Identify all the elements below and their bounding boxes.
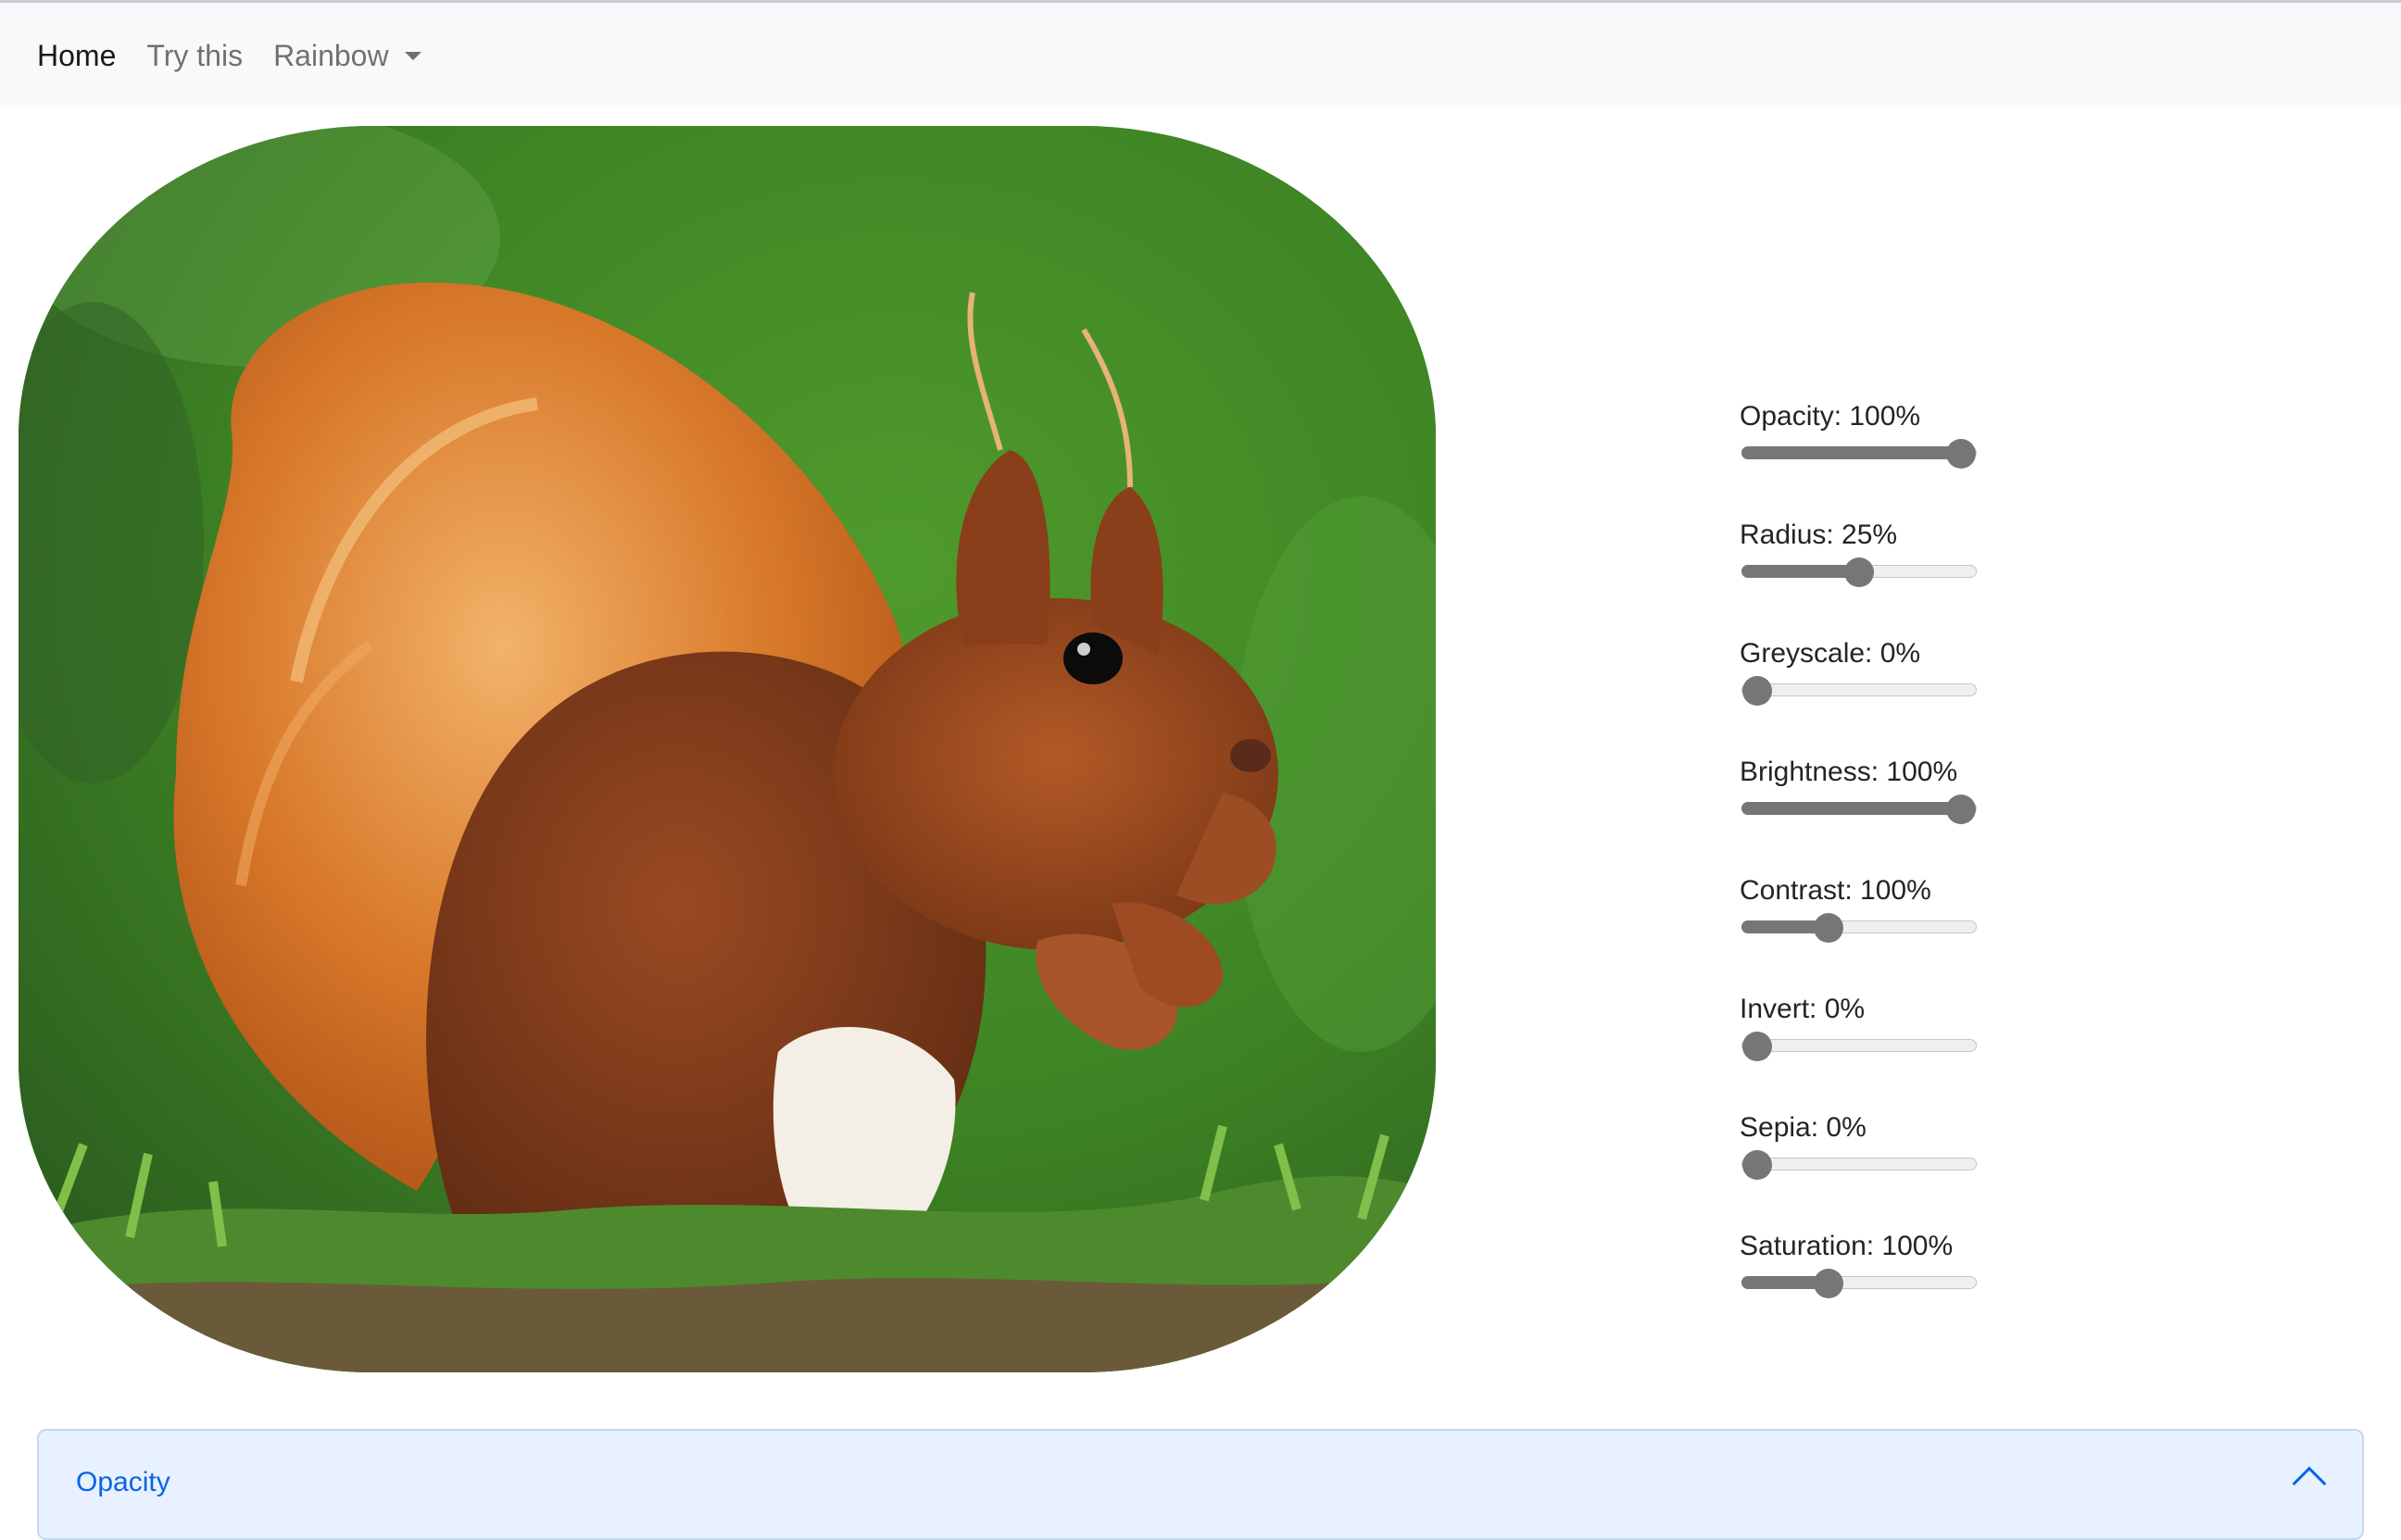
filter-brightness: Brightness: 100% <box>1740 754 2018 872</box>
filter-saturation: Saturation: 100% <box>1740 1228 2018 1346</box>
chevron-up-icon[interactable] <box>2292 1466 2327 1501</box>
squirrel-photo <box>19 126 1436 1372</box>
filter-greyscale: Greyscale: 0% <box>1740 635 2018 754</box>
accordion-opacity[interactable]: Opacity <box>37 1429 2364 1540</box>
caret-down-icon <box>404 52 421 60</box>
invert-slider[interactable] <box>1741 1032 1977 1061</box>
opacity-slider-fill <box>1741 446 1961 459</box>
invert-slider-thumb[interactable] <box>1742 1032 1772 1061</box>
nav-rainbow-label: Rainbow <box>273 38 389 72</box>
squirrel-illustration <box>19 126 1436 1372</box>
filter-brightness-label: Brightness: 100% <box>1740 757 1958 787</box>
filter-sepia-label: Sepia: 0% <box>1740 1112 1867 1143</box>
filter-radius: Radius: 25% <box>1740 517 2018 635</box>
saturation-slider[interactable] <box>1741 1269 1977 1298</box>
navbar: Home Try this Rainbow <box>0 3 2401 107</box>
radius-slider-fill <box>1741 565 1859 578</box>
filter-radius-label: Radius: 25% <box>1740 520 1898 550</box>
filter-sepia: Sepia: 0% <box>1740 1109 2018 1228</box>
filter-saturation-label: Saturation: 100% <box>1740 1231 1954 1261</box>
filter-opacity-label: Opacity: 100% <box>1740 401 1921 432</box>
greyscale-slider[interactable] <box>1741 676 1977 706</box>
filter-greyscale-label: Greyscale: 0% <box>1740 638 1921 669</box>
sepia-slider[interactable] <box>1741 1150 1977 1180</box>
contrast-slider[interactable] <box>1741 913 1977 943</box>
opacity-slider-thumb[interactable] <box>1946 439 1976 469</box>
saturation-slider-thumb[interactable] <box>1814 1269 1843 1298</box>
filter-contrast: Contrast: 100% <box>1740 872 2018 991</box>
filter-invert: Invert: 0% <box>1740 991 2018 1109</box>
opacity-slider[interactable] <box>1741 439 1977 469</box>
brightness-slider-fill <box>1741 802 1961 815</box>
filter-contrast-label: Contrast: 100% <box>1740 875 1931 906</box>
contrast-slider-thumb[interactable] <box>1814 913 1843 943</box>
nav-rainbow-dropdown[interactable]: Rainbow <box>273 37 421 74</box>
accordion-title[interactable]: Opacity <box>76 1464 170 1501</box>
filter-invert-label: Invert: 0% <box>1740 994 1866 1024</box>
greyscale-slider-thumb[interactable] <box>1742 676 1772 706</box>
brightness-slider[interactable] <box>1741 795 1977 824</box>
radius-slider[interactable] <box>1741 557 1977 587</box>
sepia-slider-thumb[interactable] <box>1742 1150 1772 1180</box>
filter-opacity: Opacity: 100% <box>1740 398 2018 517</box>
filter-controls: Opacity: 100% Radius: 25% Greyscale: 0% … <box>1740 398 2018 1346</box>
nav-try-this-link[interactable]: Try this <box>146 37 243 74</box>
brightness-slider-thumb[interactable] <box>1946 795 1976 824</box>
nav-home-link[interactable]: Home <box>37 37 116 74</box>
radius-slider-thumb[interactable] <box>1844 557 1874 587</box>
